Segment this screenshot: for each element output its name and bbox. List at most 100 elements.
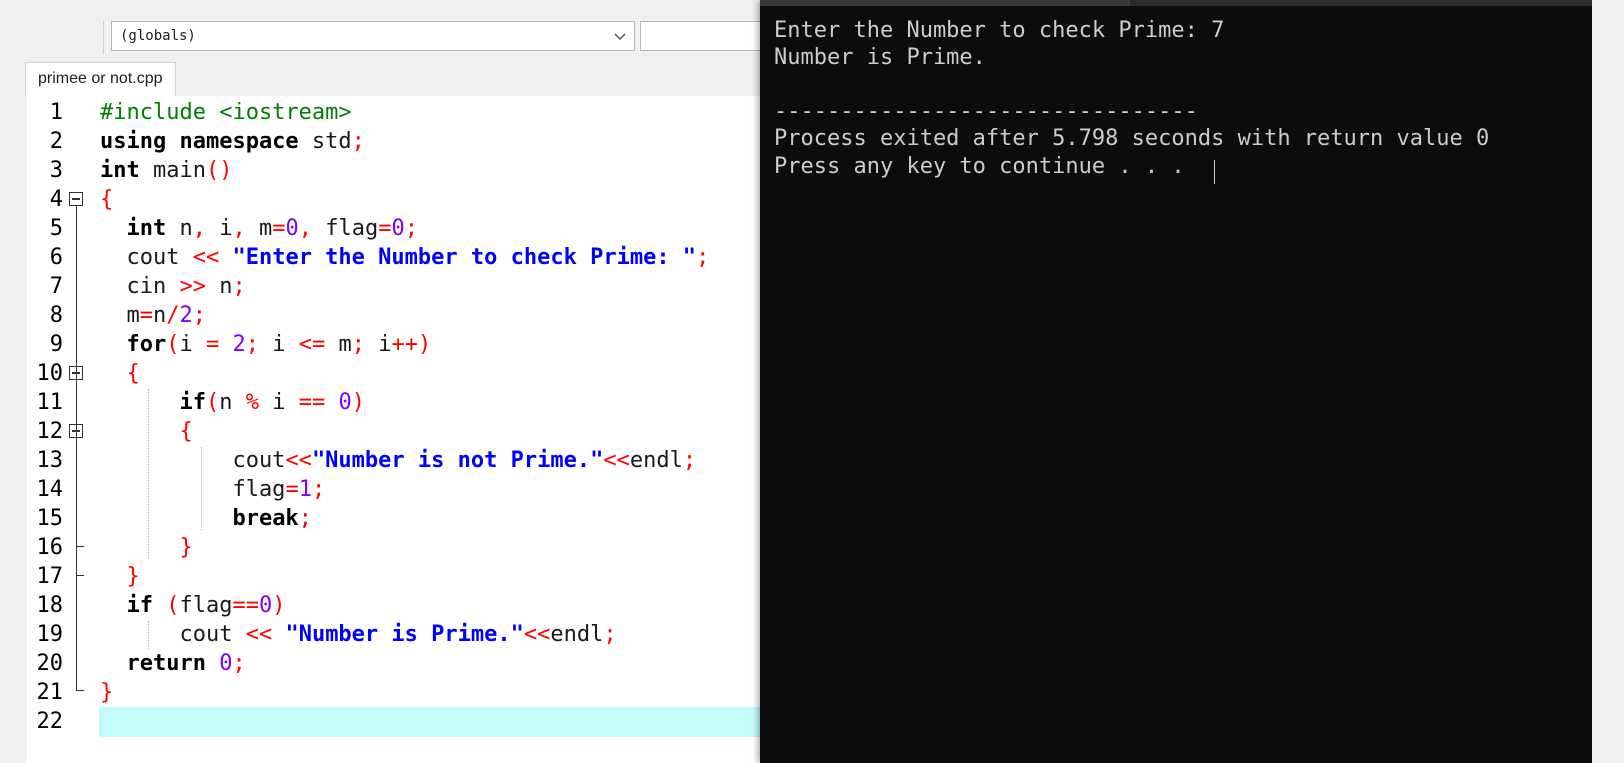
code-line[interactable]: 6 cout << "Enter the Number to check Pri…	[0, 243, 760, 273]
indent-guide	[201, 447, 202, 530]
chevron-down-icon[interactable]	[612, 28, 628, 44]
console-tab[interactable]	[760, 0, 1130, 6]
indent-guide	[148, 389, 149, 559]
code-line[interactable]: 10 {	[0, 359, 760, 389]
code-line[interactable]: 19 cout << "Number is Prime."<<endl;	[0, 620, 760, 650]
code-text[interactable]: cout << "Enter the Number to check Prime…	[100, 247, 709, 269]
code-token: %	[245, 390, 259, 415]
code-line[interactable]: 17 }	[0, 562, 760, 592]
code-line[interactable]: 7 cin >> n;	[0, 272, 760, 302]
code-token: using namespace	[100, 129, 299, 154]
code-token: ;	[245, 332, 259, 357]
code-token: /	[166, 303, 180, 328]
code-line[interactable]: 15 break;	[0, 504, 760, 534]
code-text[interactable]: {	[100, 421, 192, 443]
code-text[interactable]: break;	[100, 506, 312, 531]
console-output-line: Enter the Number to check Prime: 7	[774, 18, 1225, 43]
code-line[interactable]: 21}	[0, 678, 760, 708]
code-line[interactable]: 8 m=n/2;	[0, 301, 760, 331]
code-text[interactable]: int main()	[100, 160, 232, 182]
code-line[interactable]: 16 }	[0, 533, 760, 563]
code-token: n	[153, 303, 167, 328]
code-line[interactable]: 13 cout<<"Number is not Prime."<<endl;	[0, 446, 760, 476]
ide-toolbar: (globals)	[0, 0, 760, 62]
code-text[interactable]: }	[100, 566, 140, 588]
code-line[interactable]: 12 {	[0, 417, 760, 447]
code-token: <=	[298, 332, 326, 357]
code-line[interactable]: 11 if(n % i == 0)	[0, 388, 760, 418]
code-line[interactable]: 18 if (flag==0)	[0, 591, 760, 621]
code-line[interactable]: 3 int main()	[0, 156, 760, 186]
code-line[interactable]: 1 #include <iostream>	[0, 98, 760, 128]
code-token: <<	[285, 448, 312, 473]
code-text[interactable]: {	[100, 363, 140, 385]
code-text[interactable]: }	[100, 535, 192, 560]
code-text[interactable]: #include <iostream>	[100, 102, 352, 124]
function-combo[interactable]	[640, 21, 760, 51]
code-token: flag	[100, 477, 286, 502]
fold-line	[76, 206, 77, 690]
code-text[interactable]: {	[100, 189, 113, 211]
code-token: ;	[682, 448, 697, 473]
code-token: >>	[179, 274, 206, 299]
code-text[interactable]: if(n % i == 0)	[100, 392, 365, 414]
console-titlebar[interactable]	[760, 0, 1592, 6]
code-text[interactable]: return 0;	[100, 653, 246, 675]
code-token: (	[205, 390, 220, 415]
code-token: 2	[232, 332, 246, 357]
code-token: (	[166, 593, 180, 618]
code-token: )	[272, 593, 286, 618]
code-line[interactable]: 22	[0, 707, 760, 737]
code-token: return	[126, 651, 206, 676]
scope-combo[interactable]: (globals)	[111, 21, 635, 51]
code-text[interactable]: using namespace std;	[100, 131, 365, 153]
line-number: 12	[36, 419, 64, 444]
code-line[interactable]: 2 using namespace std;	[0, 127, 760, 157]
line-number: 10	[36, 361, 64, 386]
code-text[interactable]: cin >> n;	[100, 274, 245, 299]
code-text[interactable]: }	[100, 682, 113, 704]
code-line[interactable]: 5 int n, i, m=0, flag=0;	[0, 214, 760, 244]
code-text[interactable]: cout << "Number is Prime."<<endl;	[100, 622, 616, 647]
code-token: i	[258, 390, 299, 415]
code-token: <<	[245, 622, 273, 647]
code-token: i	[206, 216, 233, 241]
code-token: (	[166, 332, 180, 357]
line-number: 22	[36, 709, 64, 734]
code-line[interactable]: 14 flag=1;	[0, 475, 760, 505]
code-line[interactable]: 20 return 0;	[0, 649, 760, 679]
code-text[interactable]: cout<<"Number is not Prime."<<endl;	[100, 450, 696, 472]
code-token: cout	[100, 245, 193, 270]
code-text[interactable]: flag=1;	[100, 479, 325, 501]
code-text[interactable]: int n, i, m=0, flag=0;	[100, 218, 418, 240]
code-token: 0	[338, 390, 352, 415]
fold-toggle-icon[interactable]	[69, 192, 83, 206]
code-token: 0	[391, 216, 405, 241]
code-token: break	[232, 506, 299, 531]
code-text[interactable]: if (flag==0)	[100, 593, 286, 618]
code-token: =	[272, 216, 286, 241]
code-token: int	[126, 216, 167, 241]
code-token: ;	[298, 506, 312, 531]
code-token: n	[219, 390, 246, 415]
editor-tab-strip: primee or not.cpp	[0, 62, 760, 97]
code-token: "Number is not Prime."	[311, 448, 604, 473]
code-text[interactable]: for(i = 2; i <= m; i++)	[100, 332, 432, 357]
code-line[interactable]: 9 for(i = 2; i <= m; i++)	[0, 330, 760, 360]
code-token: cout	[100, 622, 246, 647]
toolbar-grip[interactable]	[103, 21, 108, 54]
tab-file[interactable]: primee or not.cpp	[25, 62, 176, 96]
code-token: ()	[205, 158, 233, 183]
console-window[interactable]: Enter the Number to check Prime: 7 Numbe…	[760, 0, 1592, 763]
code-token: flag	[179, 593, 233, 618]
code-token: ;	[696, 245, 710, 270]
code-line[interactable]: 4{	[0, 185, 760, 215]
code-text[interactable]: m=n/2;	[100, 305, 206, 327]
code-token: ;	[311, 477, 326, 502]
